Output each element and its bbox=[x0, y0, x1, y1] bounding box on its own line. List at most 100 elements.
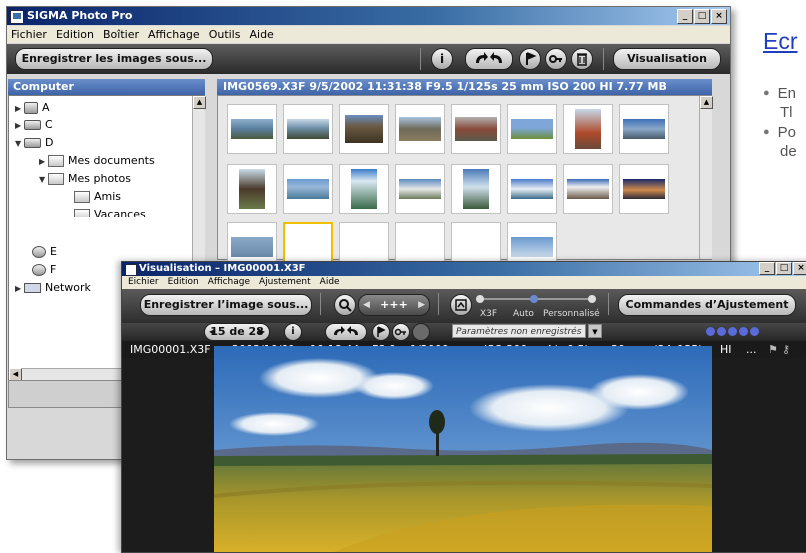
thumbnail[interactable] bbox=[507, 104, 557, 154]
status-filename: IMG00001.X3F bbox=[130, 343, 211, 356]
scroll-up-icon[interactable]: ▲ bbox=[193, 96, 206, 109]
minimize-button[interactable]: _ bbox=[759, 262, 775, 275]
info-icon[interactable]: i bbox=[284, 323, 302, 341]
slide-bullet-continuation: de bbox=[780, 143, 797, 160]
preview-image[interactable] bbox=[214, 346, 712, 552]
thumbnail[interactable] bbox=[339, 164, 389, 214]
zoom-level-control[interactable]: ◀ +++ ▶ bbox=[358, 294, 430, 316]
menu-fichier[interactable]: Fichier bbox=[11, 26, 47, 43]
slider-stop[interactable] bbox=[476, 295, 484, 303]
tree-node-c[interactable]: ▶ C bbox=[15, 117, 53, 133]
main-toolbar: Enregistrer les images sous... i Visuali… bbox=[7, 44, 730, 74]
thumbnail[interactable] bbox=[619, 104, 669, 154]
expand-arrow-icon[interactable]: ▶ bbox=[15, 101, 24, 117]
tree-label: Amis bbox=[94, 190, 122, 203]
adjust-commands-button[interactable]: Commandes d’Ajustement bbox=[618, 294, 796, 316]
zoom-out-icon[interactable]: ◀ bbox=[363, 295, 370, 315]
tree-node-mes-photos[interactable]: ▼ Mes photos bbox=[39, 171, 131, 187]
page-navigator[interactable]: ◀ 15 de 28 ▶ bbox=[204, 323, 270, 341]
folder-icon bbox=[48, 155, 64, 167]
chevron-down-icon[interactable]: ▼ bbox=[588, 324, 602, 338]
thumbnail[interactable] bbox=[227, 104, 277, 154]
tree-node-amis[interactable]: Amis bbox=[65, 189, 121, 205]
info-button[interactable]: i bbox=[431, 48, 453, 70]
slider-thumb[interactable] bbox=[530, 295, 538, 303]
thumbnail[interactable] bbox=[619, 164, 669, 214]
next-icon[interactable]: ▶ bbox=[259, 324, 265, 340]
page-counter: 15 de 28 bbox=[210, 325, 264, 338]
menu-affichage[interactable]: Affichage bbox=[208, 276, 250, 289]
folder-icon bbox=[48, 173, 64, 185]
tree-node-e[interactable]: E bbox=[23, 244, 57, 260]
zoom-in-icon[interactable]: ▶ bbox=[418, 295, 425, 315]
lock-button[interactable] bbox=[392, 323, 410, 341]
rotate-buttons[interactable] bbox=[325, 323, 367, 341]
toolbar-divider bbox=[603, 48, 604, 70]
image-info-bar: IMG0569.X3F 9/5/2002 11:31:38 F9.5 1/125… bbox=[217, 79, 712, 95]
rotate-buttons[interactable] bbox=[465, 48, 513, 70]
thumbnail[interactable] bbox=[451, 104, 501, 154]
save-image-button[interactable]: Enregistrer l’image sous... bbox=[140, 294, 312, 316]
previous-icon[interactable]: ◀ bbox=[209, 324, 215, 340]
save-images-button[interactable]: Enregistrer les images sous... bbox=[15, 48, 213, 70]
menu-aide[interactable]: Aide bbox=[249, 26, 273, 43]
mode-slider[interactable] bbox=[476, 295, 596, 303]
thumbnail[interactable] bbox=[283, 164, 333, 214]
x3f-mode-label: X3F bbox=[480, 309, 498, 319]
slider-stop[interactable] bbox=[588, 295, 596, 303]
lock-button[interactable] bbox=[545, 48, 567, 70]
thumbnail[interactable] bbox=[395, 104, 445, 154]
tree-node-f[interactable]: F bbox=[23, 262, 56, 278]
menu-edition[interactable]: Edition bbox=[56, 26, 94, 43]
expand-arrow-icon[interactable]: ▶ bbox=[15, 281, 24, 297]
trash-icon bbox=[577, 53, 587, 66]
tree-node-d[interactable]: ▼ D bbox=[15, 135, 53, 151]
menu-ajustement[interactable]: Ajustement bbox=[259, 276, 311, 289]
zoom-button[interactable] bbox=[334, 294, 356, 316]
thumbnail[interactable] bbox=[395, 164, 445, 214]
close-button[interactable]: × bbox=[711, 9, 727, 24]
thumbnail[interactable] bbox=[339, 104, 389, 154]
expand-arrow-icon[interactable]: ▶ bbox=[15, 118, 24, 134]
thumbnail[interactable] bbox=[563, 164, 613, 214]
delete-button[interactable] bbox=[571, 48, 593, 70]
thumbnail[interactable] bbox=[227, 164, 277, 214]
menu-boitier[interactable]: Boîtier bbox=[103, 26, 139, 43]
collapse-arrow-icon[interactable]: ▼ bbox=[15, 136, 24, 152]
thumbnail[interactable] bbox=[507, 164, 557, 214]
main-menu-bar: Fichier Edition Boîtier Affichage Outils… bbox=[7, 26, 730, 43]
slide-title: Ecr bbox=[763, 28, 798, 54]
minimize-button[interactable]: _ bbox=[677, 9, 693, 24]
settings-select[interactable]: Paramètres non enregistrés bbox=[452, 324, 586, 338]
scroll-up-icon[interactable]: ▲ bbox=[700, 96, 713, 109]
thumbnail[interactable] bbox=[563, 104, 613, 154]
indicator-dot bbox=[706, 327, 715, 336]
close-button[interactable]: × bbox=[793, 262, 806, 275]
tree-node-vacances[interactable]: Vacances bbox=[65, 207, 146, 217]
menu-edition[interactable]: Edition bbox=[168, 276, 199, 289]
collapse-arrow-icon[interactable]: ▼ bbox=[39, 172, 48, 188]
menu-outils[interactable]: Outils bbox=[209, 26, 241, 43]
preview-title-bar[interactable]: Visualisation – IMG00001.X3F _ □ × bbox=[122, 262, 806, 276]
folder-open-icon bbox=[74, 209, 90, 217]
thumbnail-scrollbar[interactable]: ▲ bbox=[699, 96, 713, 259]
indicator-dot bbox=[728, 327, 737, 336]
app-icon bbox=[10, 10, 24, 24]
menu-affichage[interactable]: Affichage bbox=[148, 26, 200, 43]
x3f-mode-button[interactable] bbox=[450, 294, 472, 316]
tree-node-mes-documents[interactable]: ▶ Mes documents bbox=[39, 153, 155, 169]
tree-node-a[interactable]: ▶ A bbox=[15, 100, 50, 116]
maximize-button[interactable]: □ bbox=[694, 9, 710, 24]
menu-aide[interactable]: Aide bbox=[320, 276, 340, 289]
maximize-button[interactable]: □ bbox=[776, 262, 792, 275]
expand-arrow-icon[interactable]: ▶ bbox=[39, 154, 48, 170]
thumbnail[interactable] bbox=[451, 164, 501, 214]
main-title-bar[interactable]: SIGMA Photo Pro _ □ × bbox=[7, 7, 730, 25]
tree-node-network[interactable]: ▶ Network bbox=[15, 280, 91, 296]
visualisation-button[interactable]: Visualisation bbox=[613, 48, 721, 70]
menu-fichier[interactable]: Eichier bbox=[128, 276, 159, 289]
thumbnail[interactable] bbox=[283, 104, 333, 154]
flag-button[interactable] bbox=[519, 48, 541, 70]
toolbar-divider bbox=[420, 48, 421, 70]
flag-button[interactable] bbox=[372, 323, 390, 341]
